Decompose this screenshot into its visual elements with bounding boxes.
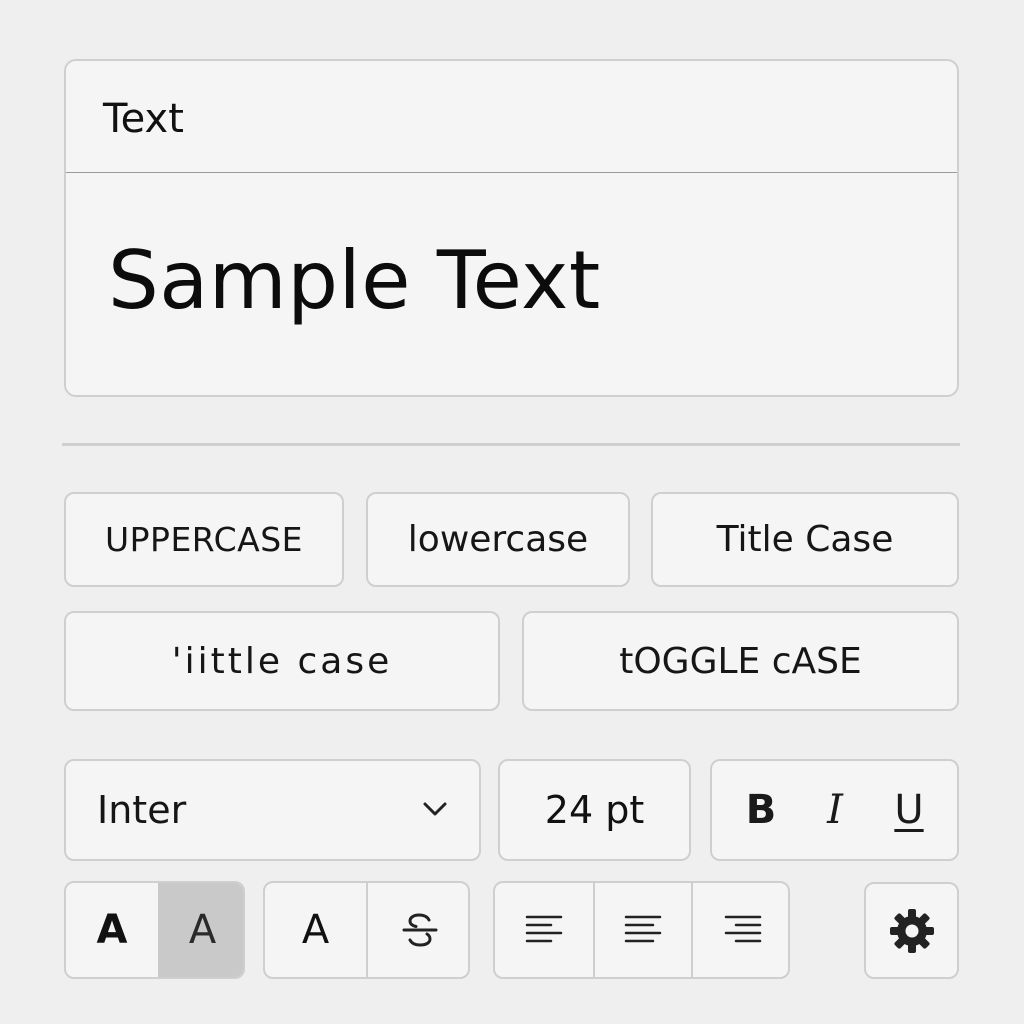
font-weight-group: A A <box>64 881 245 979</box>
strikethrough-icon <box>402 913 438 947</box>
text-style-group: B I U <box>710 759 959 861</box>
title-case-button[interactable]: Title Case <box>651 492 959 587</box>
gear-icon <box>889 908 934 953</box>
panel-header: Text <box>66 61 957 173</box>
bold-button[interactable]: B <box>726 761 796 859</box>
chevron-down-icon <box>423 802 447 816</box>
align-left-button[interactable] <box>495 883 595 977</box>
text-panel: Text Sample Text <box>64 59 959 397</box>
divider <box>62 443 960 446</box>
little-case-button[interactable]: 'iittle case <box>64 611 500 711</box>
lowercase-button[interactable]: lowercase <box>366 492 630 587</box>
font-family-value: Inter <box>97 788 187 832</box>
alignment-group <box>493 881 790 979</box>
weight-bold-button[interactable]: A <box>66 883 158 977</box>
plain-text-button[interactable]: A <box>265 883 368 977</box>
weight-regular-button[interactable]: A <box>158 883 243 977</box>
toggle-case-button[interactable]: tOGGLE cASE <box>522 611 959 711</box>
align-center-button[interactable] <box>595 883 693 977</box>
align-right-button[interactable] <box>693 883 788 977</box>
uppercase-button[interactable]: UPPERCASE <box>64 492 344 587</box>
align-left-icon <box>525 915 563 943</box>
italic-button[interactable]: I <box>800 761 870 859</box>
font-size-field[interactable]: 24 pt <box>498 759 691 861</box>
sample-text[interactable]: Sample Text <box>108 231 601 331</box>
text-decoration-group: A <box>263 881 470 979</box>
settings-button[interactable] <box>864 882 959 979</box>
strikethrough-button[interactable] <box>368 883 468 977</box>
font-family-select[interactable]: Inter <box>64 759 481 861</box>
panel-title: Text <box>103 96 184 142</box>
align-center-icon <box>624 915 662 943</box>
align-right-icon <box>724 915 761 943</box>
underline-button[interactable]: U <box>874 761 944 859</box>
